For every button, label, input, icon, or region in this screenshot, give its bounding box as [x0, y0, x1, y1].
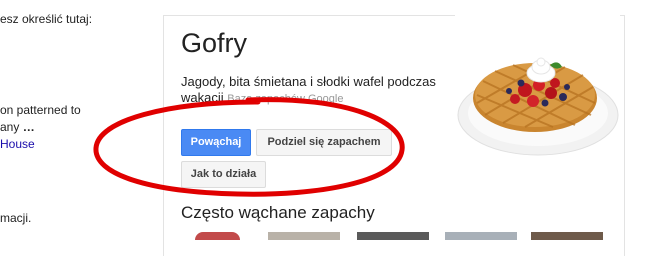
description-source[interactable]: Baza zapachów Google: [227, 93, 343, 105]
left-ellipsis: …: [22, 120, 35, 134]
thumbnail-2[interactable]: [268, 232, 340, 240]
left-text-line-1: esz określić tutaj:: [0, 12, 93, 26]
thumbnail-1[interactable]: [195, 232, 240, 240]
share-smell-button[interactable]: Podziel się zapachem: [256, 129, 392, 156]
left-text-line-2: on patterned to: [0, 103, 81, 117]
panel-title: Gofry: [181, 28, 248, 58]
frequently-smelled-heading: Często wąchane zapachy: [181, 203, 375, 222]
smell-button[interactable]: Powąchaj: [181, 129, 251, 156]
how-it-works-button[interactable]: Jak to działa: [181, 161, 266, 188]
thumbnail-4[interactable]: [445, 232, 517, 240]
waffle-photo: [455, 15, 620, 165]
left-text-line-5: macji.: [0, 211, 32, 225]
left-search-results: esz określić tutaj: on patterned to any …: [0, 0, 150, 240]
thumbnail-5[interactable]: [531, 232, 603, 240]
left-link-house[interactable]: House: [0, 137, 35, 151]
panel-description: Jagody, bita śmietana i słodki wafel pod…: [181, 74, 451, 107]
thumbnail-3[interactable]: [357, 232, 429, 240]
left-text-line-3-text: any: [0, 120, 20, 134]
left-text-line-3: any …: [0, 120, 35, 134]
